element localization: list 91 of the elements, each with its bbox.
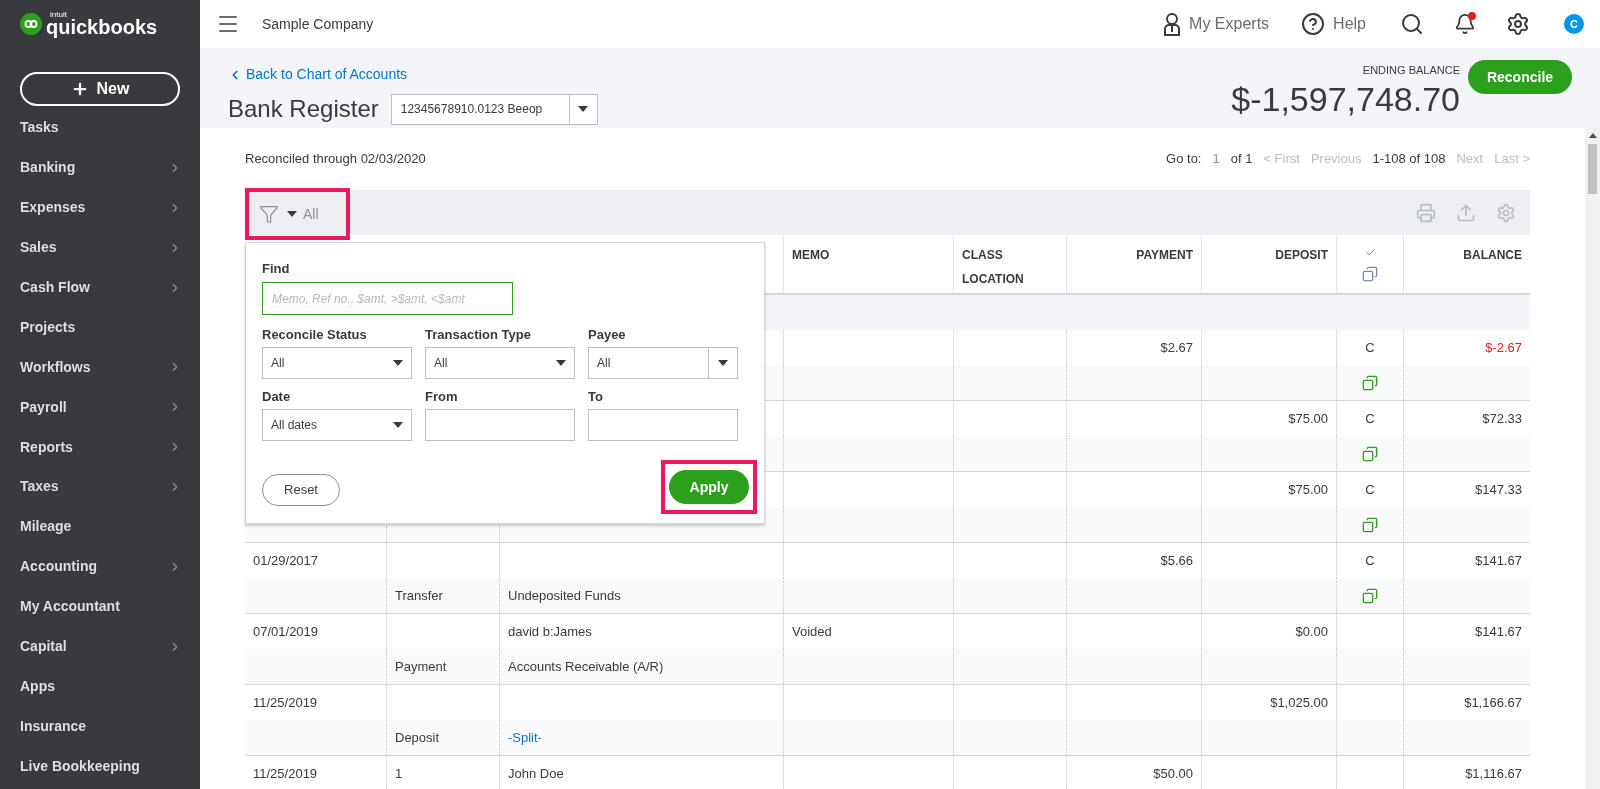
sidebar-item[interactable]: Banking [0,147,200,188]
table-cell-text: $1,116.67 [1464,764,1523,783]
help-button[interactable]: Help [1301,12,1366,36]
sidebar-item[interactable]: Payroll [0,387,200,428]
table-cell: Payment [387,649,500,684]
select-field[interactable]: All dates [262,409,412,441]
my-experts-button[interactable]: My Experts [1163,12,1270,36]
sidebar-item[interactable]: Taxes [0,467,200,507]
caret-icon [578,106,589,112]
sidebar-item[interactable]: Sales [0,227,200,268]
find-label: Find [262,260,291,278]
scrollbar[interactable] [1585,128,1600,789]
person-icon [1163,12,1182,36]
sidebar-item[interactable]: Reports [0,427,200,467]
logo-icon [20,13,42,35]
field-label: Date [262,388,292,406]
sidebar-item[interactable]: Cash Flow [0,267,200,308]
sidebar-item[interactable]: Capital [0,626,200,667]
back-link[interactable]: Back to Chart of Accounts [228,64,598,85]
sidebar-item[interactable]: Expenses [0,187,200,228]
print-icon[interactable] [1416,202,1436,223]
field-label: Payee [588,326,627,344]
sidebar-item[interactable]: Mileage [0,506,200,547]
check-icon [1364,247,1376,258]
company-name: Sample Company [262,14,374,34]
account-select[interactable]: 12345678910.0123 Beeop [390,93,598,125]
sidebar-item[interactable]: Apps [0,666,200,707]
notifications-button[interactable] [1454,13,1476,35]
export-icon[interactable] [1456,202,1476,223]
caret-icon [393,422,403,428]
table-cell: Undeposited Funds [500,578,784,613]
logo-text: quickbooks [46,17,158,37]
select-field[interactable]: All [262,347,412,379]
column-header[interactable]: BALANCE [1404,235,1530,293]
goto-label: Go to: [1166,150,1202,169]
sidebar-item[interactable]: Tasks [0,108,200,148]
table-cell-text: $141.67 [1474,622,1523,641]
sidebar-item[interactable]: Accounting [0,546,200,587]
column-header[interactable]: CLASS [962,243,1058,267]
split-link[interactable]: -Split- [500,720,784,755]
scroll-up-icon [1588,133,1597,138]
help-icon [1301,12,1326,36]
sidebar-item[interactable]: Workflows [0,347,200,388]
date-input[interactable] [588,409,738,441]
table-cell: Transfer [387,578,500,613]
stacked-squares-icon [1362,587,1378,604]
column-header[interactable]: DEPOSIT [1202,235,1337,293]
stacked-squares-icon [1362,445,1378,462]
table-cell: John Doe [500,756,784,789]
caret-icon [287,211,297,217]
brand-text: intuit [50,11,68,19]
settings-icon[interactable] [1506,12,1530,36]
combo-field[interactable]: All [588,347,738,379]
select-field[interactable]: All [425,347,575,379]
field-label: Reconcile Status [262,326,368,344]
reconciled-through-text: Reconciled through 02/03/2020 [245,150,426,169]
table-cell: 1 [387,756,500,789]
field-label: To [588,388,604,406]
table-cell-text: $72.33 [1481,409,1523,428]
sidebar-item[interactable]: Live Bookkeeping [0,746,200,787]
page-title: Bank Register [228,94,379,124]
field-label: From [425,388,459,406]
table-cell: Accounts Receivable (A/R) [500,649,784,684]
stacked-squares-icon [1362,374,1378,391]
table-cell: 11/25/2019 [245,756,387,789]
sidebar-item[interactable]: Projects [0,307,200,348]
sidebar-item[interactable]: My Accountant [0,586,200,627]
table-cell-text: $147.33 [1474,480,1523,499]
column-header[interactable]: LOCATION [962,267,1058,291]
table-cell-text: $1,166.67 [1463,693,1523,712]
scrollbar-thumb[interactable] [1588,144,1597,194]
bell-icon [1454,13,1476,35]
stacked-squares-icon [1362,516,1378,533]
sidebar-item[interactable]: Insurance [0,706,200,747]
page-count: of 1 [1230,150,1253,169]
column-header[interactable]: MEMO [792,243,945,267]
search-icon[interactable] [1400,12,1424,36]
field-label: Transaction Type [425,326,532,344]
ending-balance-label: ENDING BALANCE [1362,63,1460,78]
ending-balance-amount: $-1,597,748.70 [1231,78,1460,119]
table-cell-text: $141.67 [1474,551,1523,570]
stacked-squares-icon [1362,266,1378,282]
date-input[interactable] [425,409,575,441]
new-button[interactable]: New [20,72,180,106]
range-text: 1-108 of 108 [1372,150,1446,169]
table-cell-text: $-2.67 [1484,338,1523,357]
column-header[interactable]: PAYMENT [1067,235,1202,293]
table-cell: Deposit [387,720,500,755]
table-cell: $50.00 [1067,756,1202,789]
filter-icon [259,204,279,224]
find-input[interactable]: Memo, Ref no., $amt, >$amt, <$amt [262,282,513,315]
